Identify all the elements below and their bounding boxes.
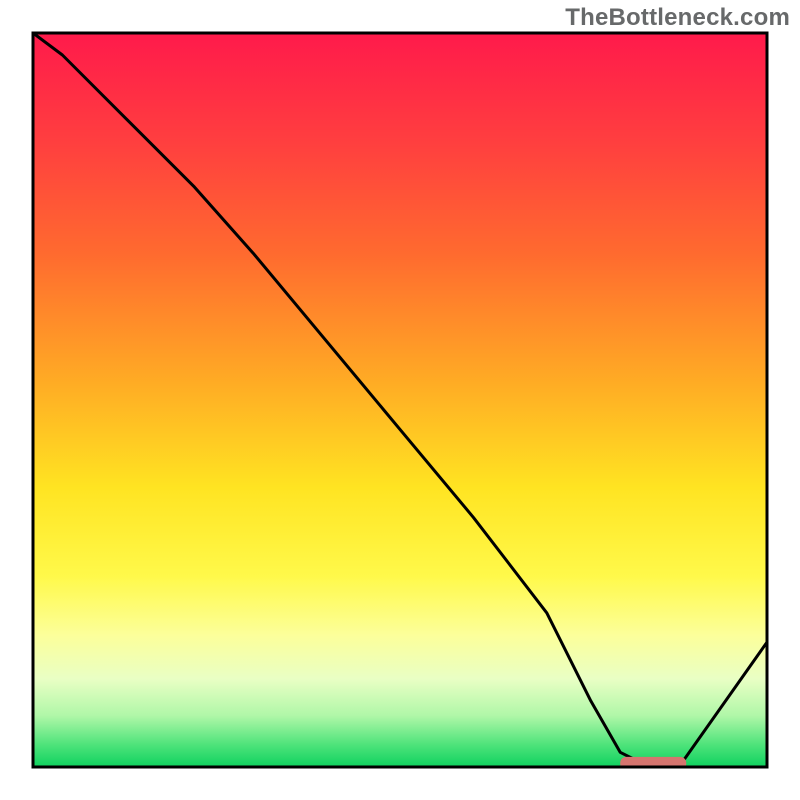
watermark-text: TheBottleneck.com [565, 4, 790, 32]
bottleneck-chart [0, 0, 800, 800]
plot-background [33, 33, 767, 767]
chart-container: TheBottleneck.com [0, 0, 800, 800]
